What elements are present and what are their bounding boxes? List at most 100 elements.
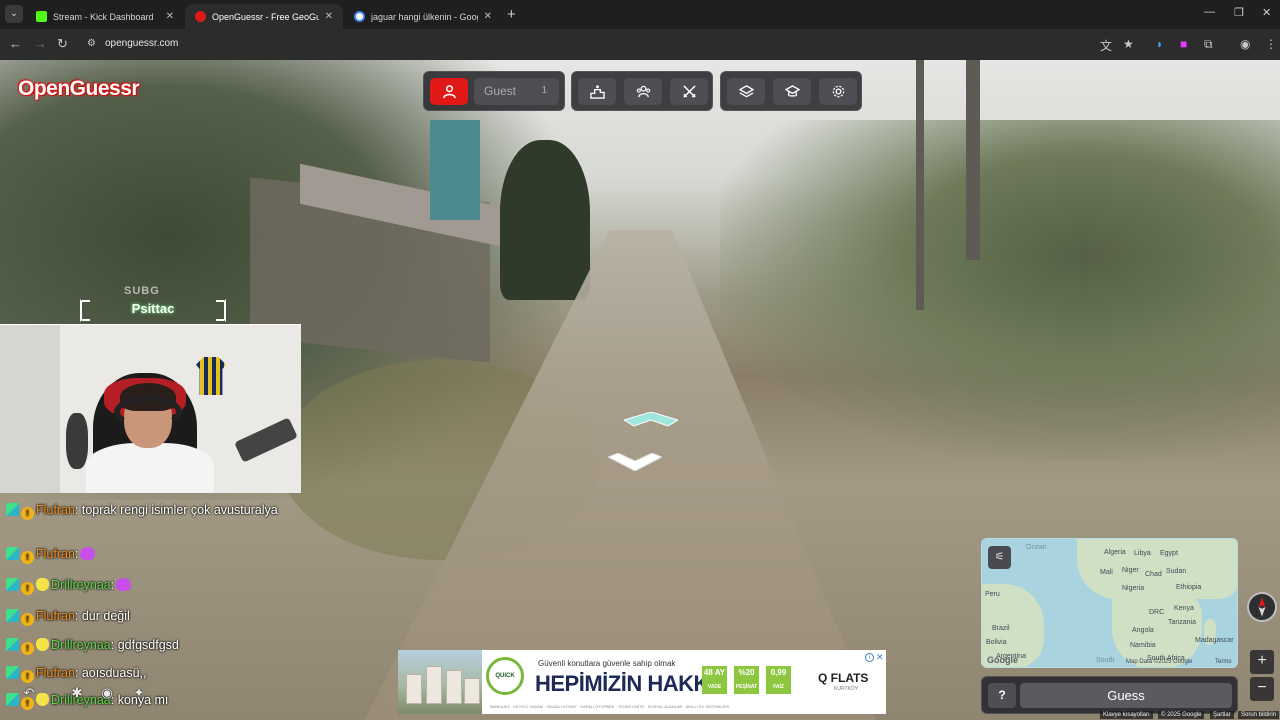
forward-button[interactable]: → [34,36,47,51]
tab-close-icon[interactable]: ✕ [484,11,492,22]
zoom-out-button[interactable]: − [1250,677,1274,701]
purple-emote-icon [80,547,96,560]
og-badge-icon: ! [21,670,34,683]
tab-close-icon[interactable]: ✕ [325,11,333,22]
tab-google-search[interactable]: jaguar hangi ülkenin - Google'da ✕ [344,4,502,29]
chat-username[interactable]: Flufran [36,666,75,680]
undo-icon[interactable]: ↶ [20,684,38,702]
ad-close-icon[interactable]: ✕ [876,652,884,663]
address-bar[interactable]: ⚙ openguessr.com [80,33,1140,56]
discord-icon[interactable]: ◉ [98,684,116,702]
translate-icon[interactable]: 文 [1100,37,1112,54]
controller-icon[interactable]: ✦ [130,684,148,702]
scene-blue-building [430,120,480,220]
webcam-overlay [0,324,301,493]
map-layers-button[interactable] [727,78,765,105]
guess-button[interactable]: Guess [1020,683,1232,708]
openguessr-logo[interactable]: OpenGuessr [18,77,140,101]
map-label: Angola [1132,627,1154,634]
new-tab-button[interactable]: + [507,6,516,23]
subscriber-badge-icon [6,638,19,651]
extension-wave-icon[interactable]: ◗ [1156,37,1163,51]
terms-link[interactable]: Şartlar [1210,711,1234,719]
map-terms-link[interactable]: Terms [1215,659,1231,665]
street-view-panorama[interactable]: OpenGuessr Guest 1 ⚟ Algeria Libya Egypt… [0,60,1280,720]
chat-username[interactable]: Flufran [36,503,75,517]
ad-subline: Güvenli konutlara güvenle sahip olmak [538,659,676,668]
gear-icon [832,85,844,98]
subscriber-badge-icon [6,547,19,560]
multiplayer-button[interactable] [624,78,662,105]
subscriber-badge-icon [6,666,19,679]
browser-menu-icon[interactable]: ⋮ [1265,37,1277,51]
crossed-swords-icon [682,85,696,98]
ad-brand: Q FLATS [818,671,869,685]
chat-username[interactable]: Flufran [36,609,75,623]
move-back-arrow-icon[interactable] [608,453,662,471]
close-window-button[interactable]: ✕ [1262,6,1271,19]
player-panel: Guest 1 [423,71,565,111]
chat-text: : [74,547,79,561]
move-forward-arrow-icon[interactable] [624,412,678,430]
extensions-puzzle-icon[interactable]: ⧉ [1204,37,1213,52]
ad-tag: 0,99 FAİZ [766,666,791,694]
ad-building [464,678,480,704]
chat-text: : [110,578,115,592]
bug-icon[interactable]: ✱ [68,684,86,702]
guess-minimap[interactable]: ⚟ Algeria Libya Egypt Mali Niger Chad Su… [981,538,1238,668]
chat-text: : dur değil [74,609,130,623]
og-badge-icon: ! [21,582,34,595]
site-info-icon[interactable]: ⚙ [87,38,99,50]
account-button[interactable] [430,78,468,105]
back-button[interactable]: ← [9,36,22,51]
bookmark-star-icon[interactable]: ★ [1123,37,1134,51]
podium-icon [589,85,605,99]
google-favicon-icon [354,11,365,22]
purple-emote-icon [116,578,132,591]
ad-tag: %20 PEŞİNAT [734,666,759,694]
keyboard-shortcuts-link[interactable]: Klavye kısayolları [1100,711,1153,719]
tab-openguessr[interactable]: OpenGuessr - Free GeoGuessr Alt ✕ [185,4,343,29]
openguessr-favicon-icon [195,11,206,22]
pikachu-badge-icon [36,578,49,591]
maximize-button[interactable]: ❐ [1234,6,1244,19]
group-users-icon [636,85,650,98]
chat-message: ! Flufran: [6,546,306,564]
settings-button[interactable] [819,78,857,105]
chat-message: ! Flufran: dur değil [6,608,306,626]
zoom-in-button[interactable]: + [1250,650,1274,674]
ad-tag-value: %20 [738,668,755,677]
ad-tag-label: PEŞİNAT [735,684,758,690]
extension-purple-icon[interactable]: ■ [1180,37,1187,51]
map-label: Peru [985,591,1000,598]
chat-text: : gdfgsdfgsd [110,638,179,652]
leaderboard-button[interactable] [578,78,616,105]
report-problem-link[interactable]: Sorun bildirin [1238,711,1280,719]
guest-player-chip[interactable]: Guest 1 [474,78,559,105]
tab-close-icon[interactable]: ✕ [166,11,174,22]
ad-building-image [398,650,482,714]
tab-kick-dashboard[interactable]: Stream - Kick Dashboard ✕ [26,4,184,29]
scene-pole [966,60,980,260]
tab-search-button[interactable]: ⌄ [5,5,23,23]
map-ocean-label: Ocean [1026,544,1047,551]
help-button[interactable]: ? [988,683,1016,708]
battle-button[interactable] [670,78,708,105]
chat-username[interactable]: Drillreynaa [51,638,111,652]
reload-button[interactable]: ↻ [57,36,68,52]
og-badge-icon: ! [21,613,34,626]
cam-streamer-shirt [86,443,214,493]
tab-title: OpenGuessr - Free GeoGuessr Alt [212,11,319,22]
profile-icon[interactable]: ◉ [1240,37,1250,51]
learn-button[interactable] [773,78,811,105]
chat-username[interactable]: Drillreynaa [51,578,111,592]
minimize-button[interactable]: — [1204,6,1215,18]
map-label: Tanzania [1168,619,1197,626]
map-label: Mali [1100,569,1113,576]
map-label: Brazil [992,625,1010,632]
ad-info-icon[interactable]: i [865,653,874,662]
compass-icon[interactable] [1247,592,1277,622]
map-settings-button[interactable]: ⚟ [988,546,1011,569]
ad-banner[interactable]: QUICK Güvenli konutlara güvenle sahip ol… [398,650,886,714]
chat-username[interactable]: Flufran [36,547,75,561]
